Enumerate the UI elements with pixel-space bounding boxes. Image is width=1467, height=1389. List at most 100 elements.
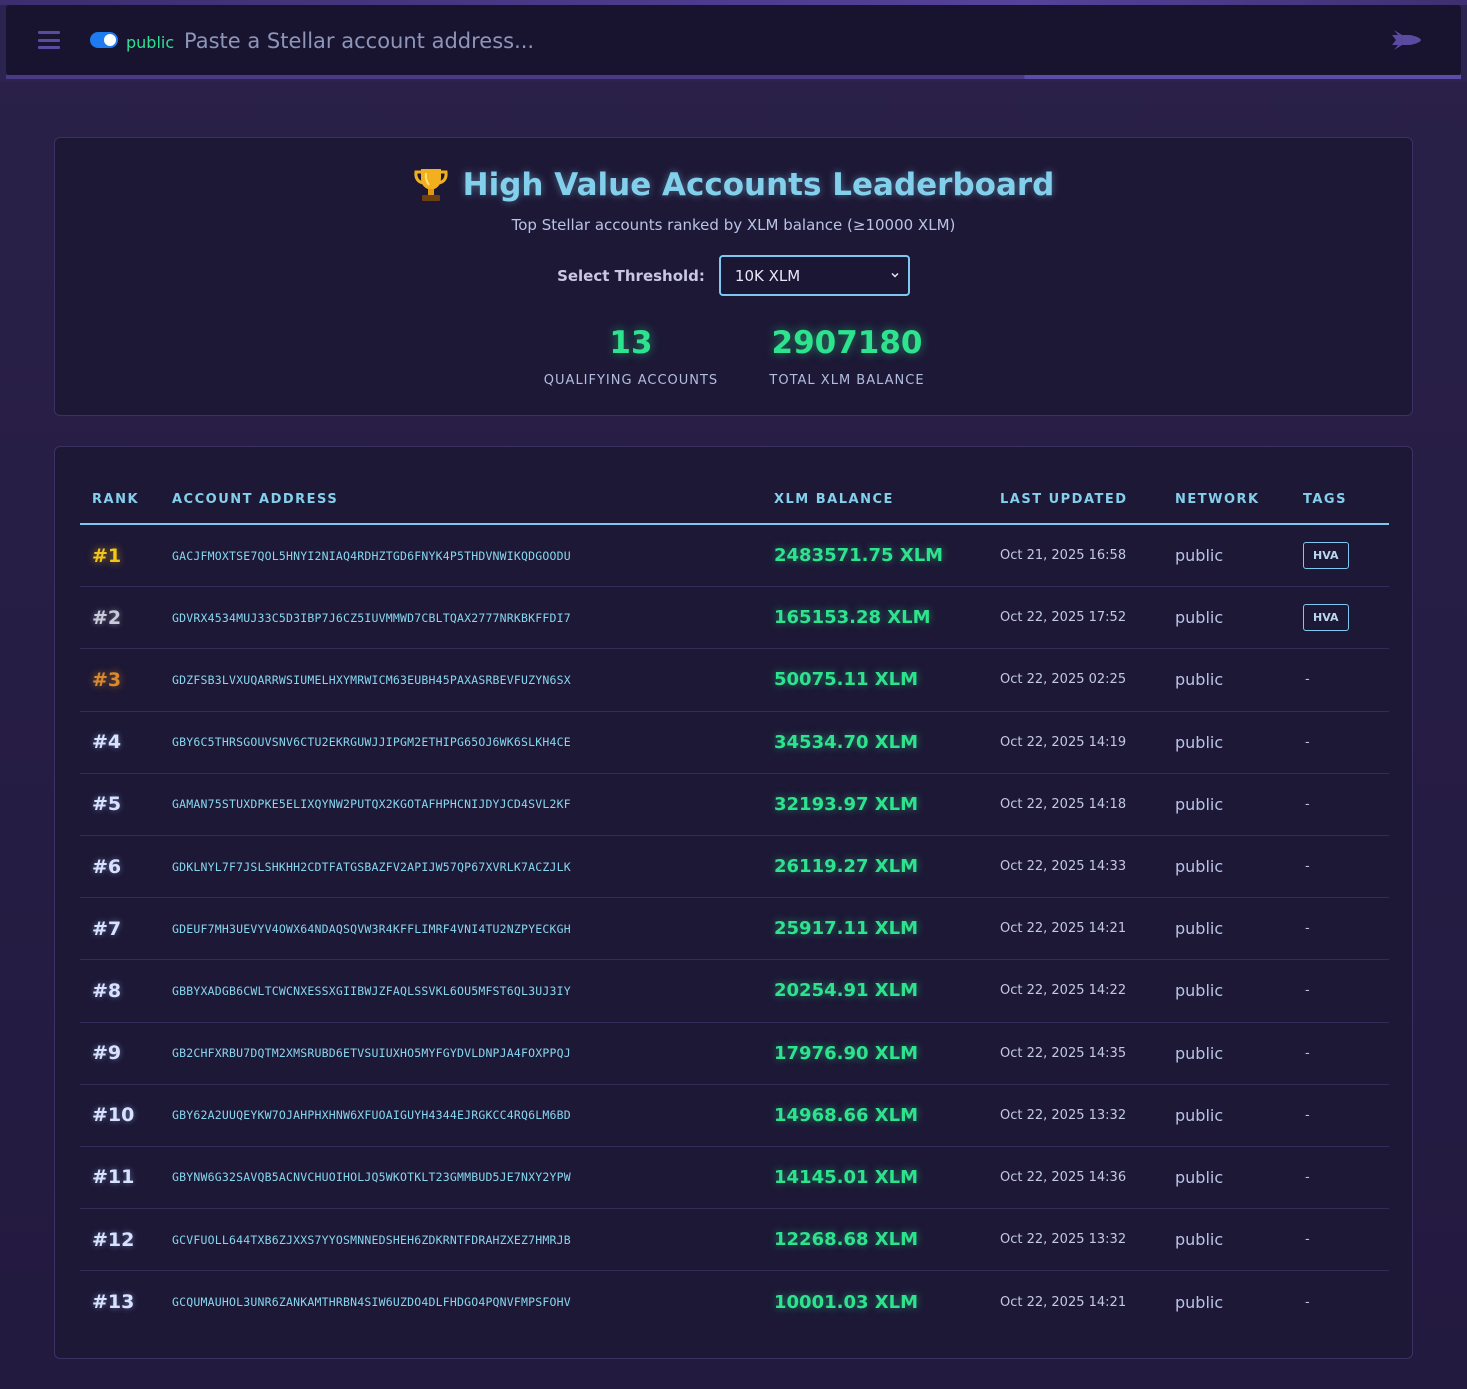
account-address-link[interactable]: GDEUF7MH3UEVYV4OWX64NDAQSQVW3R4KFFLIMRF4… <box>172 922 571 936</box>
tag-empty: - <box>1305 1169 1310 1185</box>
table-row[interactable]: #2 GDVRX4534MUJ33C5D3IBP7J6CZ5IUVMMWD7CBL… <box>80 587 1389 650</box>
updated-cell: Oct 22, 2025 02:25 <box>1000 672 1127 688</box>
rank-cell: #1 <box>92 544 122 567</box>
tag-empty: - <box>1305 1107 1310 1123</box>
network-toggle[interactable] <box>90 32 118 48</box>
stat-total: 2907180 TOTAL XLM BALANCE <box>755 325 939 388</box>
title-row: High Value Accounts Leaderboard <box>55 166 1412 204</box>
updated-cell: Oct 22, 2025 14:35 <box>1000 1045 1127 1061</box>
trophy-icon <box>414 169 448 201</box>
column-header-rank[interactable]: RANK <box>92 492 139 507</box>
tag-empty: - <box>1305 1294 1310 1310</box>
account-address-link[interactable]: GBYNW6G32SAVQB5ACNVCHUOIHOLJQ5WKOTKLT23G… <box>172 1170 571 1184</box>
network-cell: public <box>1175 670 1224 690</box>
table-row[interactable]: #4 GBY6C5THRSGOUVSNV6CTU2EKRGUWJJIPGM2ETH… <box>80 712 1389 774</box>
updated-cell: Oct 21, 2025 16:58 <box>1000 548 1127 564</box>
table-row[interactable]: #5 GAMAN75STUXDPKE5ELIXQYNW2PUTQX2KGOTAFH… <box>80 774 1389 836</box>
stat-total-label: TOTAL XLM BALANCE <box>769 373 925 388</box>
menu-icon[interactable] <box>38 31 60 49</box>
account-address-link[interactable]: GDZFSB3LVXUQARRWSIUMELHXYMRWICM63EUBH45P… <box>172 673 571 687</box>
account-address-link[interactable]: GAMAN75STUXDPKE5ELIXQYNW2PUTQX2KGOTAFHPH… <box>172 797 571 811</box>
table-row[interactable]: #9 GB2CHFXRBU7DQTM2XMSRUBD6ETVSUIUXHO5MYF… <box>80 1023 1389 1085</box>
threshold-select[interactable]: 10K XLM <box>718 255 910 296</box>
account-address-link[interactable]: GACJFMOXTSE7QOL5HNYI2NIAQ4RDHZTGD6FNYK4P… <box>172 549 571 563</box>
table-row[interactable]: #6 GDKLNYL7F7JSLSHKHH2CDTFATGSBAZFV2APIJW… <box>80 836 1389 899</box>
stat-qualifying-value: 13 <box>609 325 653 361</box>
network-cell: public <box>1175 1105 1224 1125</box>
network-cell: public <box>1175 732 1224 752</box>
account-address-link[interactable]: GCQUMAUHOL3UNR6ZANKAMTHRBN4SIW6UZDO4DLFH… <box>172 1295 571 1309</box>
table-row[interactable]: #8 GBBYXADGB6CWLTCWCNXESSXGIIBWJZFAQLSSVK… <box>80 960 1389 1023</box>
table-row[interactable]: #11 GBYNW6G32SAVQB5ACNVCHUOIHOLJQ5WKOTKLT… <box>80 1147 1389 1210</box>
network-cell: public <box>1175 1230 1224 1250</box>
column-header-address[interactable]: ACCOUNT ADDRESS <box>172 492 338 507</box>
account-address-link[interactable]: GDVRX4534MUJ33C5D3IBP7J6CZ5IUVMMWD7CBLTQ… <box>172 611 571 625</box>
stat-qualifying: 13 QUALIFYING ACCOUNTS <box>525 325 737 388</box>
updated-cell: Oct 22, 2025 14:19 <box>1000 734 1127 750</box>
account-address-link[interactable]: GBBYXADGB6CWLTCWCNXESSXGIIBWJZFAQLSSVKL6… <box>172 984 571 998</box>
network-cell: public <box>1175 919 1224 939</box>
account-address-link[interactable]: GDKLNYL7F7JSLSHKHH2CDTFATGSBAZFV2APIJW57… <box>172 860 571 874</box>
network-cell: public <box>1175 608 1224 628</box>
table-row[interactable]: #7 GDEUF7MH3UEVYV4OWX64NDAQSQVW3R4KFFLIMR… <box>80 898 1389 961</box>
table-row[interactable]: #13 GCQUMAUHOL3UNR6ZANKAMTHRBN4SIW6UZDO4D… <box>80 1271 1389 1333</box>
hva-tag-badge: HVA <box>1303 542 1349 570</box>
search-input[interactable] <box>184 25 1364 57</box>
balance-cell: 17976.90 XLM <box>774 1042 919 1064</box>
rank-cell: #11 <box>92 1166 135 1189</box>
column-header-balance[interactable]: XLM BALANCE <box>774 492 894 507</box>
account-address-link[interactable]: GBY62A2UUQEYKW7OJAHPHXHNW6XFUOAIGUYH4344… <box>172 1108 571 1122</box>
updated-cell: Oct 22, 2025 14:36 <box>1000 1169 1127 1185</box>
account-address-link[interactable]: GB2CHFXRBU7DQTM2XMSRUBD6ETVSUIUXHO5MYFGY… <box>172 1046 571 1060</box>
rank-cell: #4 <box>92 731 122 754</box>
tag-empty: - <box>1305 672 1310 688</box>
rank-cell: #3 <box>92 668 122 691</box>
table-row[interactable]: #3 GDZFSB3LVXUQARRWSIUMELHXYMRWICM63EUBH4… <box>80 649 1389 712</box>
stat-total-value: 2907180 <box>771 325 923 361</box>
table-body: #1 GACJFMOXTSE7QOL5HNYI2NIAQ4RDHZTGD6FNYK… <box>80 525 1389 1333</box>
updated-cell: Oct 22, 2025 17:52 <box>1000 610 1127 626</box>
balance-cell: 20254.91 XLM <box>774 980 919 1002</box>
page-subtitle: Top Stellar accounts ranked by XLM balan… <box>511 216 956 234</box>
updated-cell: Oct 22, 2025 14:21 <box>1000 1294 1127 1310</box>
top-progress-line <box>6 75 1461 79</box>
hva-tag-badge: HVA <box>1303 604 1349 632</box>
network-cell: public <box>1175 1043 1224 1063</box>
column-header-tags[interactable]: TAGS <box>1303 492 1347 507</box>
table-row[interactable]: #1 GACJFMOXTSE7QOL5HNYI2NIAQ4RDHZTGD6FNYK… <box>80 525 1389 588</box>
table-row[interactable]: #10 GBY62A2UUQEYKW7OJAHPHXHNW6XFUOAIGUYH4… <box>80 1085 1389 1147</box>
balance-cell: 14145.01 XLM <box>774 1166 919 1188</box>
rank-cell: #10 <box>92 1104 135 1127</box>
rank-cell: #13 <box>92 1291 135 1314</box>
network-cell: public <box>1175 1292 1224 1312</box>
rank-cell: #8 <box>92 979 122 1002</box>
balance-cell: 25917.11 XLM <box>774 918 919 940</box>
updated-cell: Oct 22, 2025 14:22 <box>1000 983 1127 999</box>
updated-cell: Oct 22, 2025 14:21 <box>1000 921 1127 937</box>
updated-cell: Oct 22, 2025 13:32 <box>1000 1107 1127 1123</box>
rank-cell: #2 <box>92 606 122 629</box>
search-bar: public <box>6 5 1461 75</box>
rank-cell: #5 <box>92 793 122 816</box>
account-address-link[interactable]: GCVFUOLL644TXB6ZJXXS7YYOSMNNEDSHEH6ZDKRN… <box>172 1233 571 1247</box>
tag-empty: - <box>1305 796 1310 812</box>
leaderboard-header-card: High Value Accounts Leaderboard Top Stel… <box>54 137 1413 416</box>
leaderboard-table-card: RANK ACCOUNT ADDRESS XLM BALANCE LAST UP… <box>54 446 1413 1359</box>
rocket-icon[interactable] <box>1388 29 1422 51</box>
threshold-label: Select Threshold: <box>557 266 705 285</box>
network-cell: public <box>1175 981 1224 1001</box>
tag-empty: - <box>1305 1232 1310 1248</box>
network-cell: public <box>1175 857 1224 877</box>
balance-cell: 34534.70 XLM <box>774 731 919 753</box>
table-row[interactable]: #12 GCVFUOLL644TXB6ZJXXS7YYOSMNNEDSHEH6ZD… <box>80 1209 1389 1272</box>
balance-cell: 12268.68 XLM <box>774 1229 919 1251</box>
account-address-link[interactable]: GBY6C5THRSGOUVSNV6CTU2EKRGUWJJIPGM2ETHIP… <box>172 735 571 749</box>
network-cell: public <box>1175 794 1224 814</box>
stat-qualifying-label: QUALIFYING ACCOUNTS <box>543 373 719 388</box>
top-bar: public <box>0 0 1467 82</box>
balance-cell: 14968.66 XLM <box>774 1104 919 1126</box>
column-header-updated[interactable]: LAST UPDATED <box>1000 492 1128 507</box>
page-title: High Value Accounts Leaderboard <box>462 167 1055 203</box>
column-header-network[interactable]: NETWORK <box>1175 492 1260 507</box>
network-cell: public <box>1175 546 1224 566</box>
